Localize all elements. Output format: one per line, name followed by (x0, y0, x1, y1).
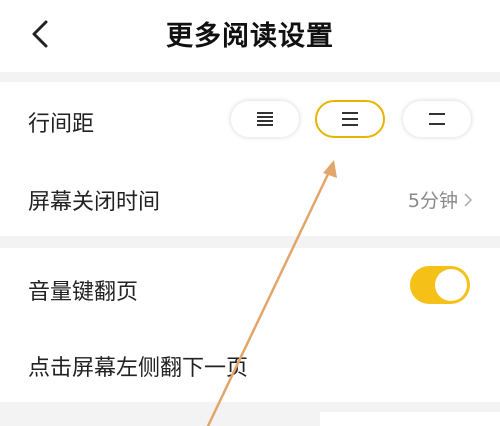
spacing-option-small[interactable] (230, 100, 300, 138)
tap-left-row[interactable]: 点击屏幕左侧翻下一页 (0, 326, 500, 400)
page-title: 更多阅读设置 (166, 21, 334, 52)
screen-off-label: 屏幕关闭时间 (28, 190, 161, 215)
line-spacing-label: 行间距 (28, 112, 95, 137)
header: 更多阅读设置 (0, 0, 500, 72)
medium-spacing-icon (342, 112, 358, 126)
toggle-knob (435, 269, 467, 301)
section-divider (0, 236, 500, 248)
chevron-right-icon (464, 192, 472, 207)
screen-off-value[interactable]: 5分钟 (408, 186, 472, 213)
spacing-option-medium[interactable] (315, 100, 385, 138)
screen-off-value-text: 5分钟 (407, 190, 458, 212)
small-spacing-icon (257, 112, 273, 126)
section-divider (0, 72, 500, 82)
spacing-option-large[interactable] (402, 100, 472, 138)
volume-key-label: 音量键翻页 (28, 280, 139, 305)
next-row-partial (320, 412, 500, 426)
volume-key-toggle[interactable] (410, 266, 470, 304)
tap-left-label: 点击屏幕左侧翻下一页 (28, 356, 249, 381)
large-spacing-icon (429, 113, 445, 125)
